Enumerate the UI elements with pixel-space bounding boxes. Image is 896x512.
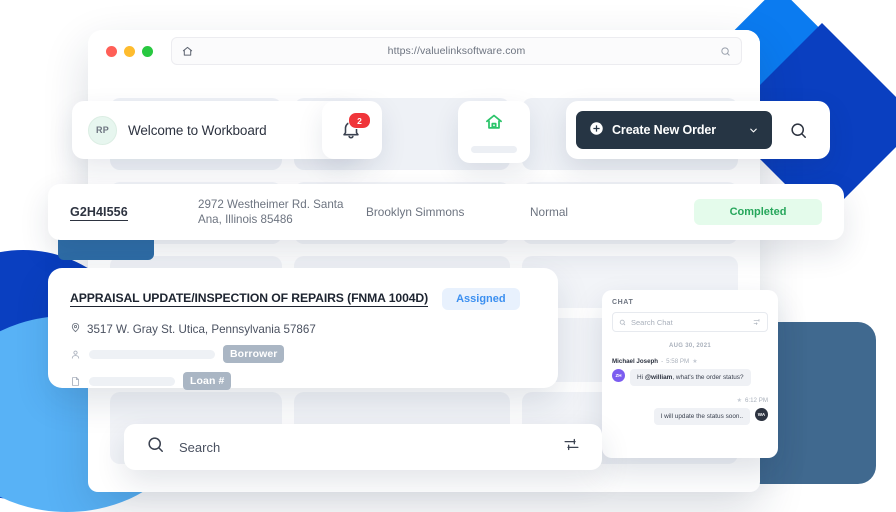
address-bar[interactable]: https://valuelinksoftware.com bbox=[171, 37, 742, 65]
loan-tag: Loan # bbox=[183, 372, 232, 390]
avatar: WA bbox=[755, 408, 768, 422]
appraisal-header: APPRAISAL UPDATE/INSPECTION OF REPAIRS (… bbox=[70, 288, 536, 310]
global-search-button[interactable] bbox=[776, 111, 820, 149]
star-icon[interactable]: ★ bbox=[692, 358, 697, 365]
borrower-tag: Borrower bbox=[223, 345, 285, 363]
appraisal-card[interactable]: APPRAISAL UPDATE/INSPECTION OF REPAIRS (… bbox=[48, 268, 558, 390]
document-icon bbox=[70, 376, 81, 387]
scene: https://valuelinksoftware.com RP Welcome… bbox=[0, 0, 896, 512]
appraisal-status-badge: Assigned bbox=[442, 288, 520, 310]
chat-header: CHAT bbox=[612, 299, 634, 306]
order-id-cell[interactable]: G2H4I556 bbox=[70, 203, 198, 221]
chevron-down-icon[interactable] bbox=[748, 125, 759, 136]
search-placeholder: Search bbox=[179, 439, 221, 455]
house-icon bbox=[484, 112, 504, 137]
search-icon bbox=[146, 435, 165, 459]
welcome-bar: RP Welcome to Workboard bbox=[72, 101, 354, 159]
chat-timestamp: 6:12 PM bbox=[744, 397, 768, 405]
create-order-card: Create New Order bbox=[566, 101, 830, 159]
chat-search-placeholder: Search Chat bbox=[631, 317, 673, 327]
window-controls[interactable] bbox=[106, 45, 153, 57]
avatar: ZH bbox=[612, 369, 625, 382]
property-card[interactable] bbox=[458, 101, 530, 163]
order-row[interactable]: G2H4I556 2972 Westheimer Rd. Santa Ana, … bbox=[48, 184, 844, 240]
status-badge: Completed bbox=[694, 199, 822, 225]
plus-circle-icon bbox=[589, 121, 604, 139]
order-priority-cell: Normal bbox=[530, 205, 569, 219]
chat-meta-dash: - bbox=[661, 358, 664, 365]
chat-timestamp: 5:58 PM bbox=[666, 358, 690, 365]
bell-icon bbox=[340, 121, 362, 144]
filter-icon[interactable] bbox=[753, 313, 761, 331]
chat-mention[interactable]: @william bbox=[645, 374, 673, 381]
person-icon bbox=[70, 349, 81, 360]
placeholder-bar bbox=[471, 145, 517, 153]
appraisal-address: 3517 W. Gray St. Utica, Pennsylvania 578… bbox=[70, 322, 536, 336]
chat-sender-name: Michael Joseph bbox=[612, 358, 659, 365]
chat-message-incoming: ZH Hi @william, what's the order status? bbox=[612, 369, 768, 387]
loan-placeholder-bar bbox=[89, 376, 175, 386]
chat-text-prefix: Hi bbox=[637, 374, 645, 381]
chat-message-meta: Michael Joseph - 5:58 PM ★ bbox=[612, 358, 768, 365]
chat-bubble: Hi @william, what's the order status? bbox=[630, 369, 751, 387]
filter-sliders-icon[interactable] bbox=[563, 436, 580, 458]
minimize-button[interactable] bbox=[124, 45, 135, 57]
order-address-cell: 2972 Westheimer Rd. Santa Ana, Illinois … bbox=[198, 198, 344, 226]
borrower-placeholder-bar bbox=[89, 349, 215, 359]
url-text: https://valuelinksoftware.com bbox=[387, 45, 526, 57]
browser-titlebar: https://valuelinksoftware.com bbox=[88, 30, 760, 72]
chat-text-suffix: , what's the order status? bbox=[672, 374, 744, 381]
loan-row: Loan # bbox=[70, 372, 536, 390]
appraisal-title[interactable]: APPRAISAL UPDATE/INSPECTION OF REPAIRS (… bbox=[70, 291, 428, 307]
bottom-search-bar[interactable]: Search bbox=[124, 424, 602, 470]
home-icon bbox=[182, 46, 193, 57]
chat-search-input[interactable]: Search Chat bbox=[612, 312, 768, 332]
chat-message-outgoing: I will update the status soon.. WA bbox=[612, 408, 768, 426]
search-icon[interactable] bbox=[720, 46, 731, 57]
maximize-button[interactable] bbox=[142, 45, 153, 57]
chat-bubble: I will update the status soon.. bbox=[653, 408, 750, 426]
search-icon bbox=[619, 313, 626, 331]
close-button[interactable] bbox=[106, 45, 117, 57]
create-order-button[interactable]: Create New Order bbox=[576, 111, 772, 149]
avatar[interactable]: RP bbox=[88, 115, 117, 145]
map-pin-icon bbox=[70, 322, 81, 336]
notifications-button[interactable]: 2 bbox=[322, 101, 382, 159]
order-id-link[interactable]: G2H4I556 bbox=[70, 205, 128, 221]
chat-date-divider: AUG 30, 2021 bbox=[669, 343, 711, 349]
star-icon[interactable]: ★ bbox=[737, 397, 742, 404]
chat-panel: CHAT Search Chat AUG 30, 2021 Michael Jo… bbox=[602, 290, 778, 458]
order-status-cell: Completed bbox=[648, 199, 822, 225]
appraisal-address-text: 3517 W. Gray St. Utica, Pennsylvania 578… bbox=[87, 322, 316, 336]
chat-message-meta-outgoing: ★ 6:12 PM bbox=[612, 397, 768, 404]
order-client-cell: Brooklyn Simmons bbox=[366, 205, 465, 219]
notification-badge: 2 bbox=[348, 112, 371, 129]
page-title: Welcome to Workboard bbox=[128, 122, 267, 138]
borrower-row: Borrower bbox=[70, 345, 536, 363]
create-order-label: Create New Order bbox=[612, 123, 716, 137]
